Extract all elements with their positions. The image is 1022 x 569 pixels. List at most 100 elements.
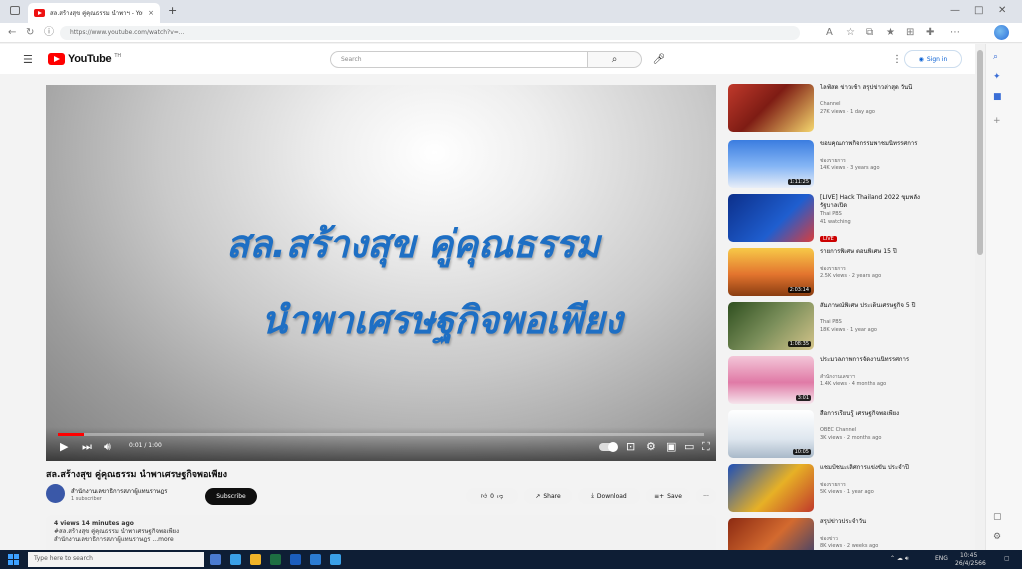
recommendation-channel[interactable]: ช่องรายการ (820, 157, 935, 165)
recommendation-channel[interactable]: Thai PBS (820, 319, 935, 325)
windows-start-icon[interactable] (8, 554, 19, 565)
recommendation-title[interactable]: ไลฟ์สด ข่าวเช้า สรุปข่าวล่าสุด วันนี้ (820, 84, 935, 92)
search-button[interactable]: ⌕ (588, 51, 642, 68)
extensions-icon[interactable]: ✚ (926, 27, 934, 39)
recommendation-title[interactable]: ประมวลภาพการจัดงานนิทรรศการ (820, 356, 935, 364)
thumbs-down-icon[interactable]: 👎︎ (497, 492, 503, 500)
close-window-button[interactable]: ✕ (998, 5, 1006, 17)
edge-app-icon[interactable] (230, 554, 241, 565)
description-box[interactable]: 4 views 14 minutes ago #สล.สร้างสุข คู่ค… (46, 515, 716, 555)
recommendation-thumbnail[interactable]: 3:01 (728, 356, 814, 404)
edge-layout-icon[interactable]: ▢ (993, 512, 1002, 522)
fullscreen-icon[interactable]: ⛶ (702, 440, 710, 454)
back-icon[interactable]: ← (8, 27, 16, 39)
edge-search-icon[interactable]: ⌕ (993, 52, 998, 62)
recommendation-thumbnail[interactable]: 1:11:25 (728, 140, 814, 188)
recommendation-item[interactable]: 3:01 ประมวลภาพการจัดงานนิทรรศการสำนักงานเ… (728, 356, 968, 410)
file-explorer-icon[interactable] (250, 554, 261, 565)
outlook-app-icon[interactable] (310, 554, 321, 565)
settings-kebab-icon[interactable]: ⋮ (892, 54, 902, 66)
favorites-icon[interactable]: ★ (886, 27, 895, 39)
recommendation-channel[interactable]: Channel (820, 101, 935, 107)
recommendation-item[interactable]: แชมป์ชนะเลิศการแข่งขัน ประจำปีช่องรายการ… (728, 464, 968, 518)
miniplayer-icon[interactable]: ▣ (666, 440, 676, 454)
recommendation-title[interactable]: ขอบคุณภาพกิจกรรมพาชมนิทรรศการ (820, 140, 935, 148)
edge-add-icon[interactable]: + (993, 116, 1001, 126)
save-button[interactable]: ≡+ Save (646, 488, 690, 504)
settings-icon[interactable]: ⚙ (646, 440, 656, 454)
recommendation-title[interactable]: แชมป์ชนะเลิศการแข่งขัน ประจำปี (820, 464, 935, 472)
autoplay-toggle[interactable] (599, 442, 618, 452)
recommendation-thumbnail[interactable] (728, 194, 814, 242)
new-tab-button[interactable]: + (168, 5, 177, 17)
favorite-icon[interactable]: ☆ (846, 27, 855, 39)
recommendation-thumbnail[interactable]: 1:08:35 (728, 302, 814, 350)
search-input[interactable]: Search (330, 51, 588, 68)
split-screen-icon[interactable]: ⧉ (866, 27, 873, 39)
clock-time[interactable]: 10:45 (960, 552, 977, 560)
recommendation-item[interactable]: ไลฟ์สด ข่าวเช้า สรุปข่าวล่าสุด วันนี้ Cha… (728, 84, 968, 138)
language-indicator[interactable]: ENG (935, 555, 948, 563)
minimize-button[interactable]: — (950, 5, 960, 17)
youtube-logo[interactable]: YouTube TH (48, 53, 121, 65)
recommendation-thumbnail[interactable]: 2:03:14 (728, 248, 814, 296)
recommendation-channel[interactable]: Thai PBS (820, 211, 935, 217)
task-view-icon[interactable] (210, 554, 221, 565)
recommendation-channel[interactable]: ช่องรายการ (820, 265, 935, 273)
recommendation-title[interactable]: สรุปข่าวประจำวัน (820, 518, 935, 526)
url-field[interactable]: https://www.youtube.com/watch?v=... (60, 26, 800, 40)
channel-name[interactable]: สำนักงานเลขาธิการสภาผู้แทนราษฎร (71, 486, 167, 496)
tab-actions-icon[interactable] (10, 6, 20, 15)
recommendation-item[interactable]: 1:08:35 สัมภาษณ์พิเศษ ประเด็นเศรษฐกิจ 5 ป… (728, 302, 968, 356)
like-button[interactable]: 👍︎ 0 👎︎ (466, 488, 518, 504)
subtitles-icon[interactable]: ⊡ (626, 440, 635, 454)
recommendation-channel[interactable]: ช่องรายการ (820, 481, 935, 489)
recommendation-channel[interactable]: ช่องข่าว (820, 535, 935, 543)
channel-avatar[interactable] (46, 484, 65, 503)
recommendation-title[interactable]: สัมภาษณ์พิเศษ ประเด็นเศรษฐกิจ 5 ปี (820, 302, 935, 310)
progress-bar[interactable] (58, 433, 704, 436)
recommendation-title[interactable]: [LIVE] Hack Thailand 2022 ขุมพลังรัฐบาลเ… (820, 194, 935, 209)
edge-tools-icon[interactable]: ✦ (993, 72, 1001, 82)
recommendation-title[interactable]: รายการพิเศษ ตอนพิเศษ 15 ปี (820, 248, 935, 256)
recommendation-channel[interactable]: OBEC Channel (820, 427, 935, 433)
recommendation-thumbnail[interactable]: 10:05 (728, 410, 814, 458)
next-icon[interactable]: ⏭ (82, 440, 92, 454)
recommendation-item[interactable]: 1:11:25 ขอบคุณภาพกิจกรรมพาชมนิทรรศการช่อง… (728, 140, 968, 194)
edge-office-icon[interactable]: ■ (993, 92, 1002, 102)
video-player[interactable]: สล.สร้างสุข คู่คุณธรรม นำพาเศรษฐกิจพอเพี… (46, 85, 716, 461)
tray-icons[interactable]: ⌃ ☁ 🔊︎ (890, 555, 909, 563)
play-icon[interactable]: ▶ (60, 440, 68, 454)
subscribe-button[interactable]: Subscribe (205, 488, 257, 505)
recommendation-title[interactable]: สื่อการเรียนรู้ เศรษฐกิจพอเพียง (820, 410, 935, 418)
tab-close-icon[interactable]: × (148, 9, 154, 17)
menu-icon[interactable]: ☰ (23, 54, 33, 66)
collections-icon[interactable]: ⊞ (906, 27, 914, 39)
word-app-icon[interactable] (290, 554, 301, 565)
clock-date[interactable]: 26/4/2566 (955, 560, 986, 568)
share-button[interactable]: ↗ Share (524, 488, 572, 504)
recommendation-item[interactable]: 2:03:14 รายการพิเศษ ตอนพิเศษ 15 ปีช่องราย… (728, 248, 968, 302)
copilot-icon[interactable] (994, 25, 1009, 40)
maximize-button[interactable]: □ (974, 5, 983, 17)
notifications-icon[interactable]: ▢ (1004, 555, 1010, 563)
recommendation-thumbnail[interactable] (728, 464, 814, 512)
sign-in-button[interactable]: ◉ Sign in (904, 50, 962, 68)
browser-app-icon[interactable] (330, 554, 341, 565)
theater-mode-icon[interactable]: ▭ (684, 440, 694, 454)
recommendation-thumbnail[interactable] (728, 84, 814, 132)
read-aloud-icon[interactable]: A (826, 27, 833, 39)
browser-tab[interactable]: สล.สร้างสุข คู่คุณธรรม นำพาฯ - YouTube × (28, 3, 160, 23)
scrollbar-thumb[interactable] (977, 50, 983, 255)
recommendation-item[interactable]: 10:05 สื่อการเรียนรู้ เศรษฐกิจพอเพียง OBEC… (728, 410, 968, 464)
voice-search-icon[interactable]: 🎤︎ (652, 53, 666, 67)
recommendation-channel[interactable]: สำนักงานเลขาฯ (820, 373, 935, 381)
volume-icon[interactable]: 🔊︎ (104, 440, 111, 454)
edge-settings-icon[interactable]: ⚙ (993, 532, 1001, 542)
excel-app-icon[interactable] (270, 554, 281, 565)
download-button[interactable]: ⤓ Download (578, 488, 640, 504)
site-info-icon[interactable]: ⓘ (44, 27, 54, 39)
taskbar-search[interactable]: Type here to search (28, 552, 204, 567)
browser-menu-icon[interactable]: ⋯ (950, 27, 960, 39)
recommendation-item[interactable]: [LIVE] Hack Thailand 2022 ขุมพลังรัฐบาลเ… (728, 194, 968, 248)
